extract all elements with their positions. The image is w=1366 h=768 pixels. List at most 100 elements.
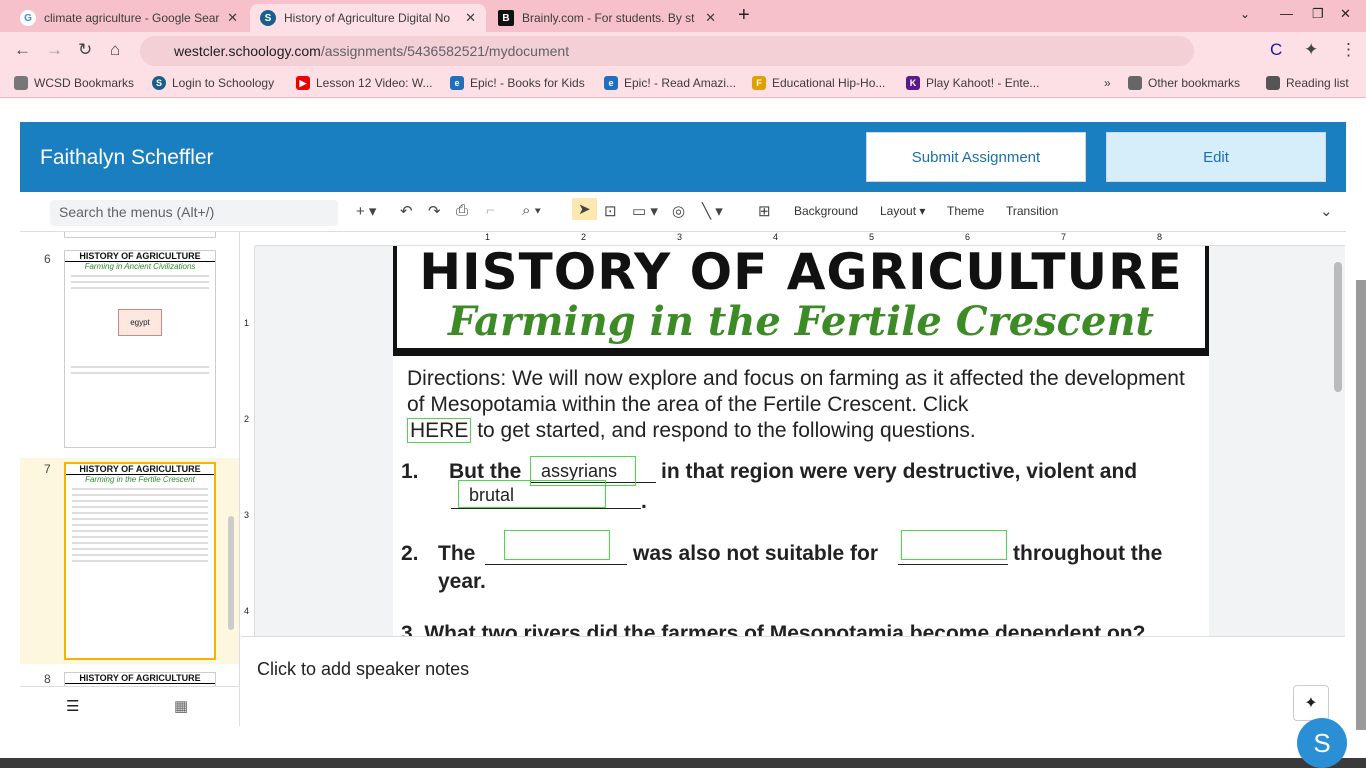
image-icon[interactable]: ▭ ▾ xyxy=(632,202,658,220)
answer-field-4[interactable] xyxy=(901,530,1007,560)
directions-text: Directions: We will now explore and focu… xyxy=(407,366,1187,444)
menu-search-input[interactable]: Search the menus (Alt+/) xyxy=(50,200,338,226)
forward-icon[interactable]: → xyxy=(46,40,63,60)
ruler-tick: 2 xyxy=(581,232,587,242)
undo-icon[interactable]: ↶ xyxy=(400,202,413,220)
zoom-icon[interactable]: ⌕ ▾ xyxy=(522,202,541,219)
bookmark-lesson12[interactable]: ▶ Lesson 12 Video: W... xyxy=(296,76,433,90)
close-icon[interactable]: ✕ xyxy=(705,10,716,26)
question-text: year. xyxy=(438,570,486,593)
slide-title: HISTORY OF AGRICULTURE xyxy=(419,246,1183,301)
url-path: /assignments/5436582521/mydocument xyxy=(320,43,570,59)
new-tab-button[interactable]: + xyxy=(738,4,750,27)
close-window-button[interactable]: ✕ xyxy=(1340,6,1351,22)
other-bookmarks[interactable]: Other bookmarks xyxy=(1128,76,1240,90)
bookmark-kahoot[interactable]: K Play Kahoot! - Ente... xyxy=(906,76,1039,90)
background-button[interactable]: Background xyxy=(794,204,858,218)
slide-number: 8 xyxy=(44,672,51,686)
redo-icon[interactable]: ↷ xyxy=(428,202,441,220)
tab-brainly[interactable]: B Brainly.com - For students. By st ✕ xyxy=(488,4,726,32)
close-icon[interactable]: ✕ xyxy=(465,10,476,26)
explore-button[interactable]: ✦ xyxy=(1293,685,1329,721)
slide-thumbnail-6[interactable]: HISTORY OF AGRICULTURE Farming in Ancien… xyxy=(64,250,216,448)
tab-google[interactable]: Gclimate agriculture - Google Sear ✕ xyxy=(10,4,248,32)
paint-format-icon[interactable]: ⌐ xyxy=(486,202,495,219)
url-domain: westcler.schoology.com xyxy=(174,43,321,59)
select-icon[interactable]: ➤ xyxy=(572,198,597,220)
bookmark-label: Epic! - Books for Kids xyxy=(470,76,585,90)
slide-subtitle: Farming in the Fertile Crescent xyxy=(447,298,1155,345)
thumb-answer: egypt xyxy=(118,309,162,336)
filmstrip-scrollbar[interactable] xyxy=(228,516,234,630)
theme-button[interactable]: Theme xyxy=(947,204,984,218)
slide[interactable]: HISTORY OF AGRICULTURE Farming in the Fe… xyxy=(393,246,1209,636)
slide-thumbnail-7[interactable]: HISTORY OF AGRICULTURE Farming in the Fe… xyxy=(64,462,216,660)
vertical-ruler: 1 2 3 4 xyxy=(241,246,255,636)
submit-assignment-button[interactable]: Submit Assignment xyxy=(866,132,1086,182)
transition-button[interactable]: Transition xyxy=(1006,204,1058,218)
slide-canvas: HISTORY OF AGRICULTURE Farming in the Fe… xyxy=(255,246,1345,636)
schoology-icon: S xyxy=(260,10,276,26)
reading-list-icon xyxy=(1266,76,1280,90)
close-icon[interactable]: ✕ xyxy=(227,10,238,26)
layout-button[interactable]: Layout ▾ xyxy=(880,204,925,218)
slide-filmstrip: 6 HISTORY OF AGRICULTURE Farming in Anci… xyxy=(20,232,240,686)
tab-schoology[interactable]: S History of Agriculture Digital No ✕ xyxy=(250,4,486,32)
ruler-tick: 3 xyxy=(677,232,683,242)
line-icon[interactable]: ╲ ▾ xyxy=(702,202,723,220)
new-slide-icon[interactable]: + ▾ xyxy=(356,202,376,220)
text-box-icon[interactable]: ⊡ xyxy=(604,202,617,220)
slides-toolbar: Search the menus (Alt+/) + ▾ ↶ ↷ ⎙ ⌐ ⌕ ▾… xyxy=(20,192,1346,232)
slide-thumbnail-8[interactable]: HISTORY OF AGRICULTURE xyxy=(64,672,216,686)
tab-title: History of Agriculture Digital No xyxy=(284,11,451,25)
thumb-subtitle: Farming in Ancient Civilizations xyxy=(84,262,196,271)
ruler-tick: 4 xyxy=(773,232,779,242)
ruler-tick: 5 xyxy=(869,232,875,242)
menu-icon[interactable]: ⋮ xyxy=(1340,40,1357,60)
reload-icon[interactable]: ↻ xyxy=(78,40,92,60)
maximize-button[interactable]: ❐ xyxy=(1312,6,1324,22)
thumb-title: HISTORY OF AGRICULTURE xyxy=(66,464,214,475)
bookmark-epic-books[interactable]: e Epic! - Books for Kids xyxy=(450,76,585,90)
list-view-icon[interactable]: ☰ xyxy=(66,697,79,715)
home-icon[interactable]: ⌂ xyxy=(110,40,120,60)
canvas-scrollbar[interactable] xyxy=(1334,262,1342,392)
speaker-notes[interactable]: Click to add speaker notes ✦ xyxy=(241,636,1345,726)
back-icon[interactable]: ← xyxy=(14,40,31,60)
bookmark-label: Other bookmarks xyxy=(1148,76,1241,90)
slide-number: 7 xyxy=(44,462,51,476)
directions: Directions: We will now explore and focu… xyxy=(407,367,1185,416)
question-text: was also not suitable for xyxy=(633,542,879,565)
answer-field-3[interactable] xyxy=(504,530,610,560)
chat-button[interactable]: S xyxy=(1297,718,1347,768)
comment-icon[interactable]: ⊞ xyxy=(758,202,771,220)
brainly-icon: B xyxy=(498,10,514,26)
answer-field-2[interactable]: brutal xyxy=(458,480,606,508)
bookmark-schoology[interactable]: S Login to Schoology xyxy=(152,76,274,90)
grid-view-icon[interactable]: ▦ xyxy=(174,697,188,715)
minimize-button[interactable]: — xyxy=(1280,6,1293,21)
edit-button[interactable]: Edit xyxy=(1106,132,1326,182)
bookmark-wcsd[interactable]: WCSD Bookmarks xyxy=(14,76,134,90)
bottom-bar xyxy=(0,758,1366,768)
extensions-puzzle-icon[interactable]: ✦ xyxy=(1304,40,1318,60)
extension-icon[interactable]: C xyxy=(1270,40,1282,60)
collapse-toolbar-icon[interactable]: ⌄ xyxy=(1320,202,1333,220)
thumb-title: HISTORY OF AGRICULTURE xyxy=(65,251,215,262)
bookmark-hiphop[interactable]: F Educational Hip-Ho... xyxy=(752,76,885,90)
bookmark-epic-read[interactable]: e Epic! - Read Amazi... xyxy=(604,76,736,90)
reading-list[interactable]: Reading list xyxy=(1266,76,1349,90)
tab-search-icon[interactable]: ⌄ xyxy=(1240,7,1250,21)
page-scrollbar[interactable] xyxy=(1356,280,1366,730)
address-bar[interactable]: westcler.schoology.com/assignments/54365… xyxy=(140,36,1194,66)
slide-thumbnail-5[interactable] xyxy=(64,232,216,238)
shape-icon[interactable]: ◎ xyxy=(672,202,685,220)
epic-icon: e xyxy=(604,76,618,90)
schoology-icon: S xyxy=(152,76,166,90)
directions-end: to get started, and respond to the follo… xyxy=(477,419,976,442)
print-icon[interactable]: ⎙ xyxy=(456,202,468,219)
question-number: 1. xyxy=(401,460,419,483)
google-icon: G xyxy=(20,10,36,26)
here-link[interactable]: HERE xyxy=(407,418,472,443)
more-bookmarks-icon[interactable]: » xyxy=(1104,76,1111,90)
